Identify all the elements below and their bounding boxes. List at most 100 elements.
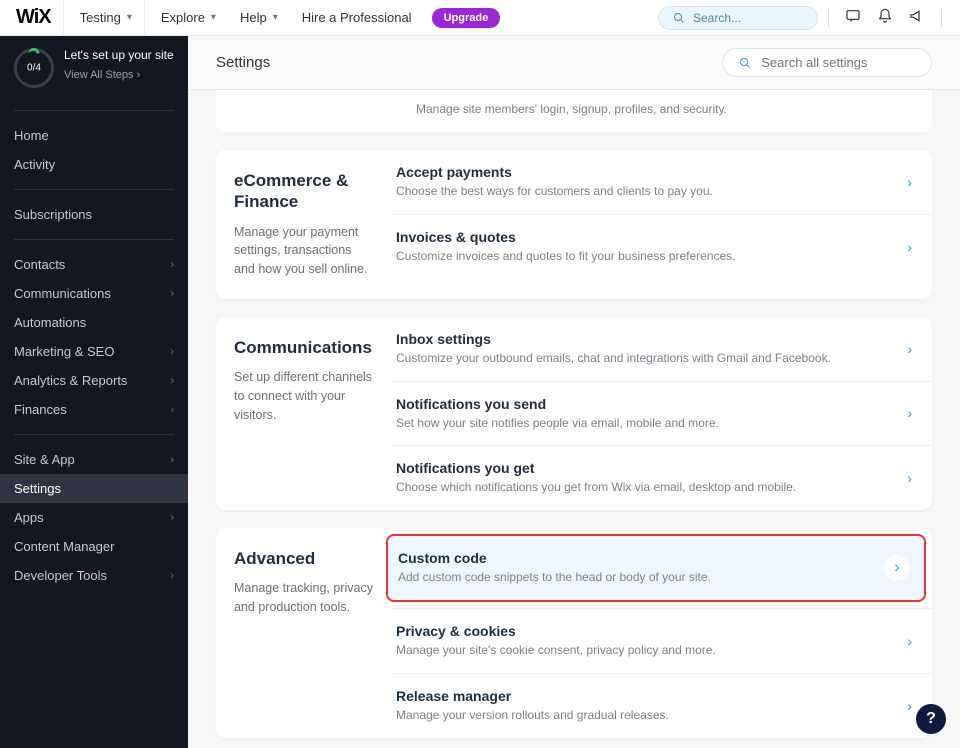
row-title: Accept payments bbox=[396, 164, 713, 180]
partial-card-row[interactable]: Manage site members' login, signup, prof… bbox=[216, 90, 932, 132]
chevron-right-icon: › bbox=[137, 69, 141, 81]
section-desc: Manage your payment settings, transactio… bbox=[234, 223, 374, 279]
chevron-right-icon: › bbox=[907, 470, 912, 486]
upgrade-button[interactable]: Upgrade bbox=[432, 8, 501, 28]
section-card-advanced: AdvancedManage tracking, privacy and pro… bbox=[216, 528, 932, 737]
section-desc: Manage tracking, privacy and production … bbox=[234, 579, 374, 617]
top-menu-explore[interactable]: Explore ▾ bbox=[149, 0, 228, 35]
settings-row-custom-code[interactable]: Custom codeAdd custom code snippets to t… bbox=[386, 534, 926, 602]
sidebar-item-subscriptions[interactable]: Subscriptions bbox=[0, 200, 188, 229]
site-dropdown[interactable]: Testing ▾ bbox=[68, 0, 145, 35]
top-menu-help[interactable]: Help ▾ bbox=[228, 0, 290, 35]
chevron-right-icon: › bbox=[170, 259, 174, 271]
divider bbox=[14, 110, 174, 111]
search-icon bbox=[739, 56, 751, 70]
sidebar-item-finances[interactable]: Finances› bbox=[0, 395, 188, 424]
settings-row-notifications-you-get[interactable]: Notifications you get Choose which notifi… bbox=[392, 445, 932, 510]
sidebar-item-communications[interactable]: Communications › bbox=[0, 279, 188, 308]
sidebar-item-label: Site & App bbox=[14, 452, 75, 467]
row-desc: Choose the best ways for customers and c… bbox=[396, 183, 713, 200]
sidebar-item-label: Content Manager bbox=[14, 539, 114, 554]
settings-row-invoices-quotes[interactable]: Invoices & quotesCustomize invoices and … bbox=[392, 214, 932, 279]
chevron-right-icon: › bbox=[907, 239, 912, 255]
content-header: Settings bbox=[188, 36, 960, 90]
sidebar-item-analytics-reports[interactable]: Analytics & Reports › bbox=[0, 366, 188, 395]
row-title: Inbox settings bbox=[396, 331, 831, 347]
sidebar-item-content-manager[interactable]: Content Manager bbox=[0, 532, 188, 561]
chevron-right-icon: › bbox=[170, 288, 174, 300]
topbar: WiX Testing ▾ Explore ▾ Help ▾ Hire a Profes… bbox=[0, 0, 960, 36]
menu-label: Explore bbox=[161, 10, 205, 25]
view-all-steps-link[interactable]: View All Steps › bbox=[64, 68, 174, 82]
sidebar-item-label: Marketing & SEO bbox=[14, 344, 114, 359]
sidebar-item-marketing-seo[interactable]: Marketing & SEO› bbox=[0, 337, 188, 366]
menu-label: Hire a Professional bbox=[302, 10, 412, 25]
sidebar-item-activity[interactable]: Activity bbox=[0, 150, 188, 179]
sidebar-item-label: Analytics & Reports bbox=[14, 373, 127, 388]
chevron-down-icon: ▾ bbox=[211, 12, 216, 23]
row-title: Notifications you send bbox=[396, 396, 719, 412]
site-dropdown-label: Testing bbox=[80, 10, 121, 25]
progress-ring: 0/4 bbox=[14, 48, 54, 88]
divider bbox=[941, 9, 942, 27]
announce-icon[interactable] bbox=[903, 8, 931, 28]
settings-search-input[interactable] bbox=[761, 55, 915, 70]
sidebar-item-home[interactable]: Home bbox=[0, 121, 188, 150]
divider bbox=[14, 239, 174, 240]
settings-row-notifications-you-send[interactable]: Notifications you send Set how your site … bbox=[392, 381, 932, 446]
settings-row-privacy-cookies[interactable]: Privacy & cookies Manage your site's cook… bbox=[392, 608, 932, 673]
sidebar-item-label: Developer Tools bbox=[14, 568, 107, 583]
chevron-right-icon: › bbox=[170, 454, 174, 466]
sidebar-item-label: Activity bbox=[14, 157, 55, 172]
row-title: Release manager bbox=[396, 688, 669, 704]
settings-search[interactable] bbox=[722, 48, 932, 77]
row-desc: Add custom code snippets to the head or … bbox=[398, 569, 711, 586]
sidebar-item-label: Automations bbox=[14, 315, 86, 330]
sidebar-item-settings[interactable]: Settings bbox=[0, 474, 188, 503]
chevron-right-icon: › bbox=[170, 375, 174, 387]
section-title: Communications bbox=[234, 337, 374, 358]
chevron-right-icon: › bbox=[170, 570, 174, 582]
sidebar-item-label: Communications bbox=[14, 286, 111, 301]
sidebar-item-automations[interactable]: Automations bbox=[0, 308, 188, 337]
top-search-placeholder: Search... bbox=[693, 11, 741, 25]
row-title: Notifications you get bbox=[396, 460, 796, 476]
settings-row-accept-payments[interactable]: Accept payments Choose the best ways for … bbox=[392, 150, 932, 214]
sidebar-item-developer-tools[interactable]: Developer Tools › bbox=[0, 561, 188, 590]
section-desc: Set up different channels to connect wit… bbox=[234, 368, 374, 424]
menu-label: Help bbox=[240, 10, 267, 25]
setup-title: Let's set up your site bbox=[64, 48, 174, 64]
wix-logo[interactable]: WiX bbox=[12, 0, 64, 35]
divider bbox=[14, 434, 174, 435]
row-desc: Choose which notifications you get from … bbox=[396, 479, 796, 496]
sidebar-item-label: Apps bbox=[14, 510, 44, 525]
sidebar-item-label: Home bbox=[14, 128, 49, 143]
row-desc: Manage your site's cookie consent, priva… bbox=[396, 642, 716, 659]
chevron-right-icon: › bbox=[907, 633, 912, 649]
chat-icon[interactable] bbox=[839, 8, 867, 28]
row-title: Privacy & cookies bbox=[396, 623, 716, 639]
chevron-right-icon: › bbox=[170, 512, 174, 524]
chevron-right-icon: › bbox=[907, 405, 912, 421]
chevron-right-icon: › bbox=[907, 341, 912, 357]
setup-widget[interactable]: 0/4 Let's set up your site View All Step… bbox=[0, 48, 188, 100]
sidebar-item-site-app[interactable]: Site & App › bbox=[0, 445, 188, 474]
row-desc: Set how your site notifies people via em… bbox=[396, 415, 719, 432]
row-desc: Customize your outbound emails, chat and… bbox=[396, 350, 831, 367]
row-title: Invoices & quotes bbox=[396, 229, 736, 245]
chevron-down-icon: ▾ bbox=[273, 12, 278, 23]
sidebar-item-contacts[interactable]: Contacts› bbox=[0, 250, 188, 279]
top-menu-hire-a-professional[interactable]: Hire a Professional bbox=[290, 0, 424, 35]
top-search[interactable]: Search... bbox=[658, 6, 818, 30]
section-title: eCommerce & Finance bbox=[234, 170, 374, 213]
settings-row-release-manager[interactable]: Release managerManage your version rollo… bbox=[392, 673, 932, 738]
divider bbox=[14, 189, 174, 190]
help-button[interactable]: ? bbox=[916, 704, 946, 734]
bell-icon[interactable] bbox=[871, 8, 899, 28]
settings-row-inbox-settings[interactable]: Inbox settings Customize your outbound em… bbox=[392, 317, 932, 381]
sidebar: 0/4 Let's set up your site View All Step… bbox=[0, 36, 188, 748]
sidebar-item-label: Settings bbox=[14, 481, 61, 496]
section-card-ecommerce-finance: eCommerce & Finance Manage your payment s… bbox=[216, 150, 932, 299]
chevron-down-icon: ▾ bbox=[127, 12, 132, 23]
sidebar-item-apps[interactable]: Apps › bbox=[0, 503, 188, 532]
